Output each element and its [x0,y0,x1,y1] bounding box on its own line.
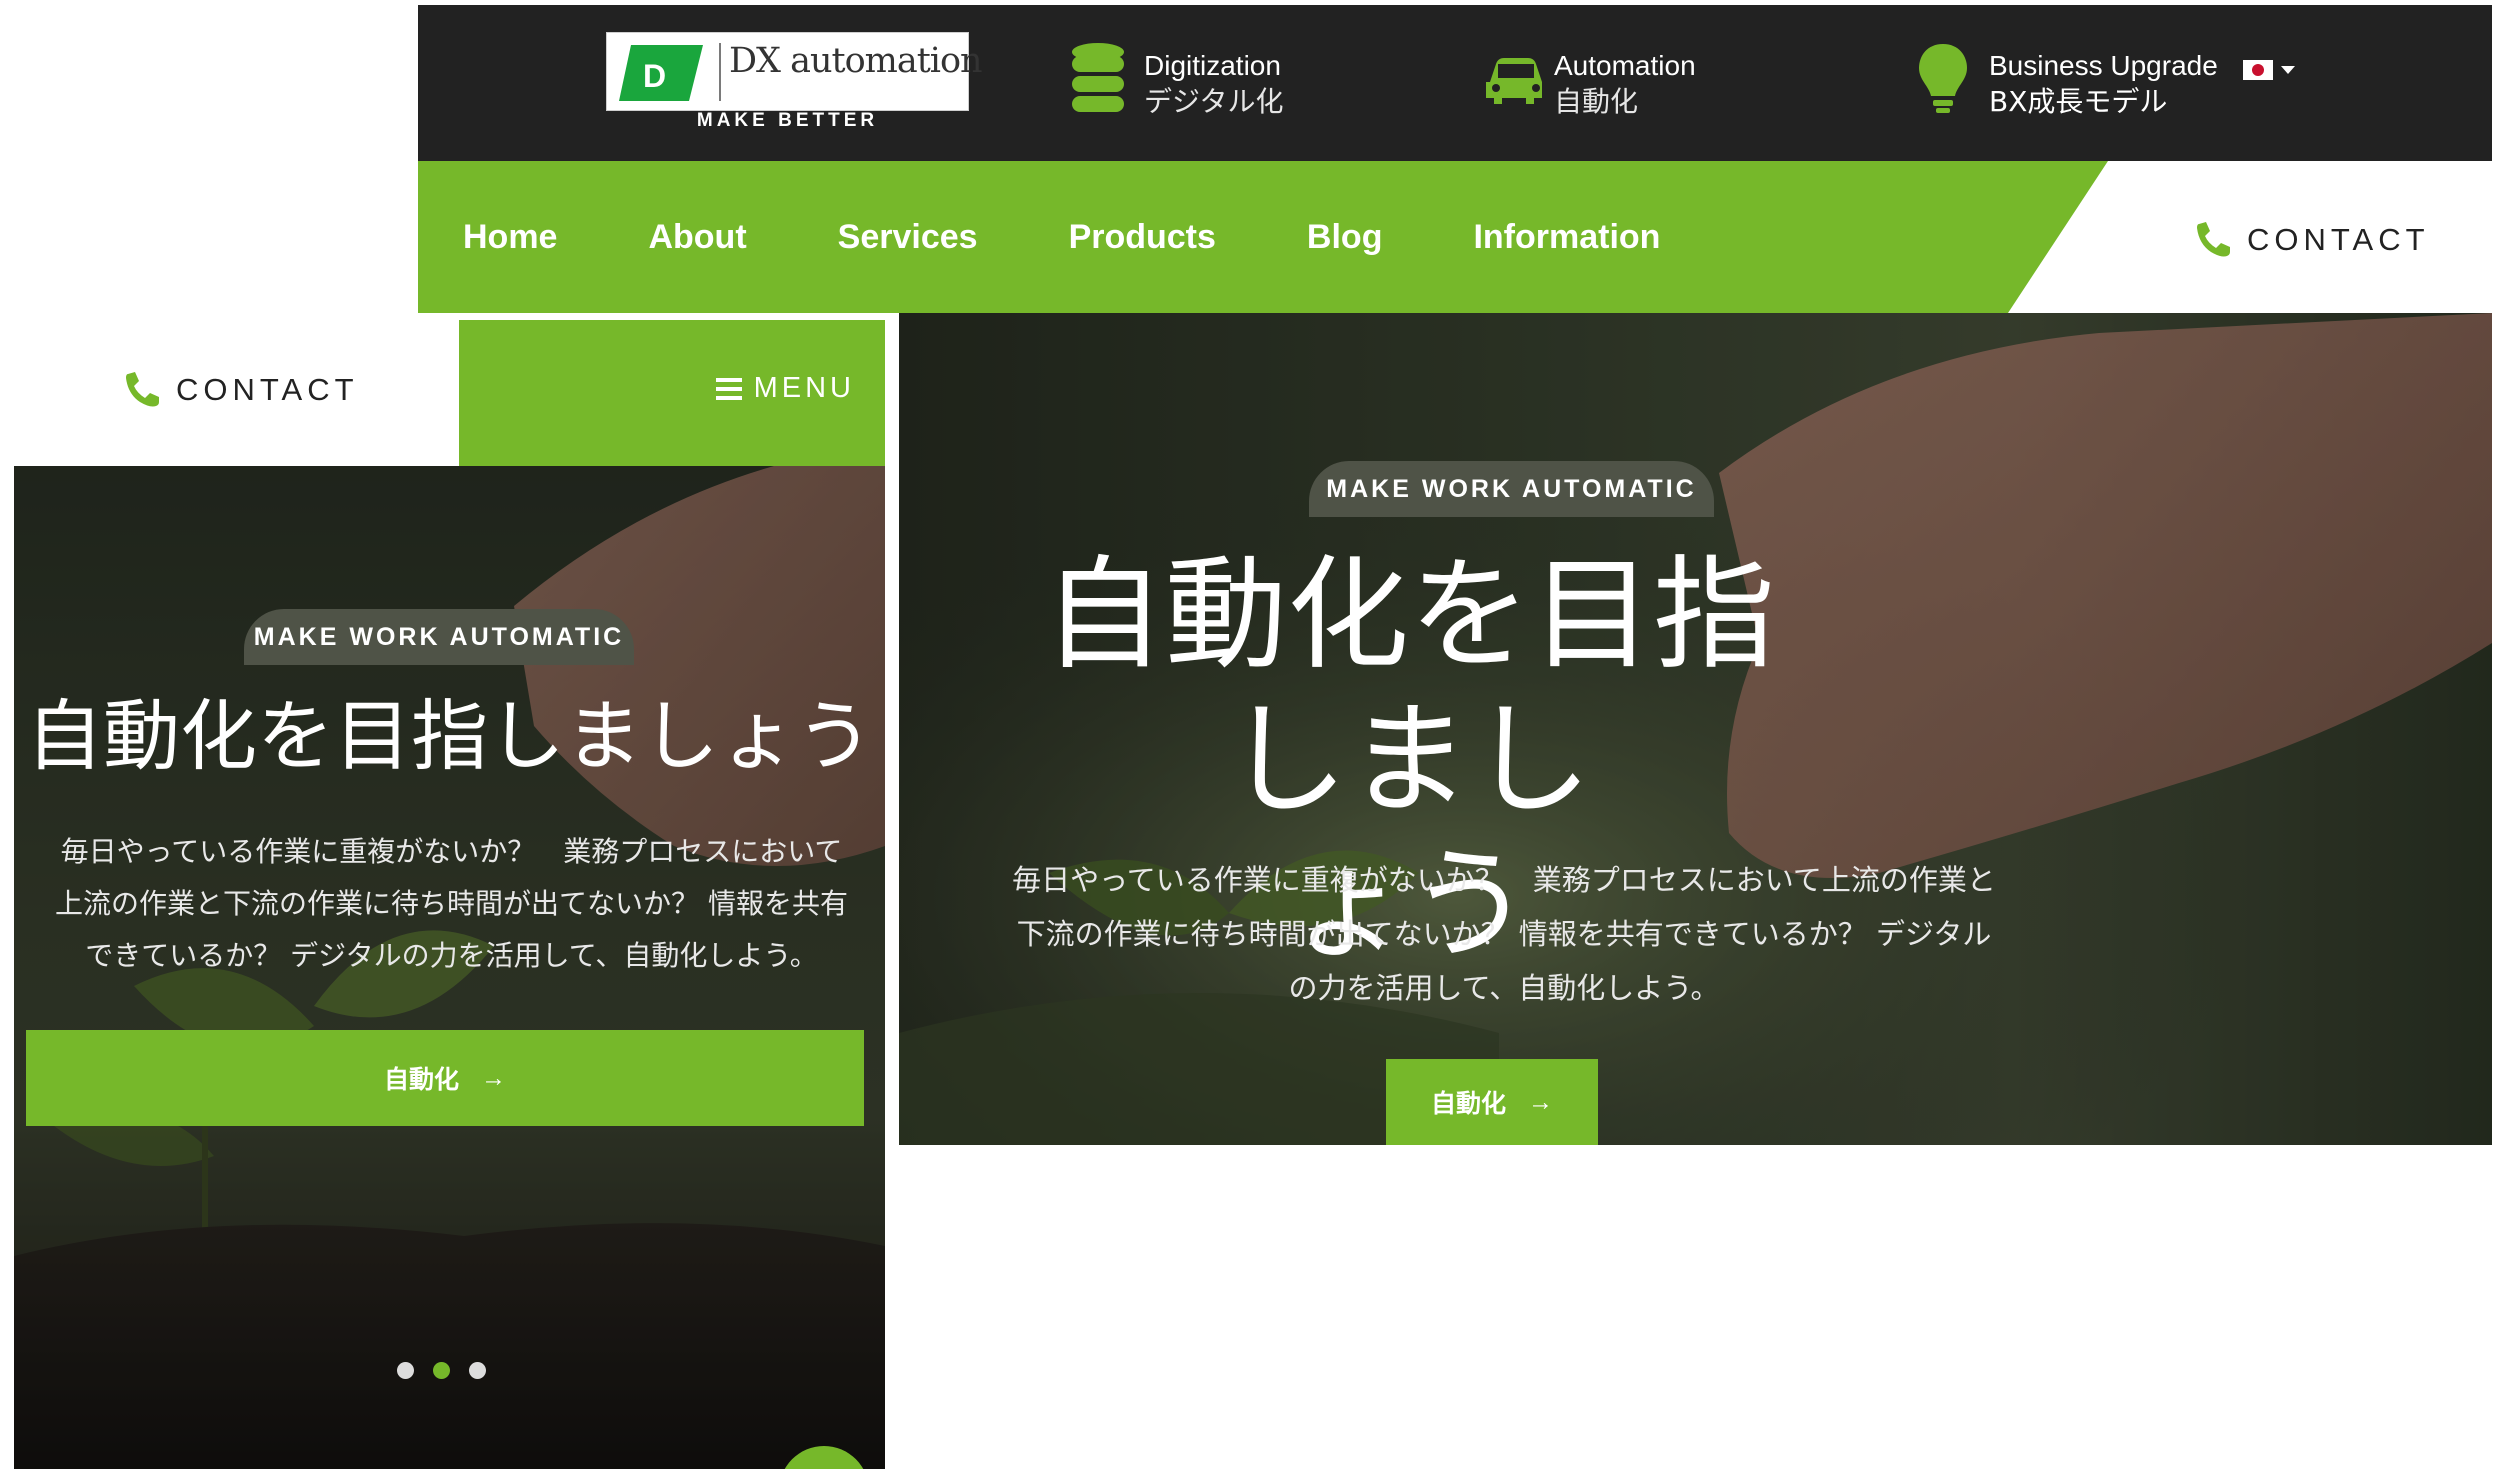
contact-label: CONTACT [2247,222,2430,257]
hero-description: 毎日やっている作業に重複がないか？ 業務プロセスにおいて 上流の作業と下流の作業… [55,835,848,972]
hero-badge: MAKE WORK AUTOMATIC [1309,461,1714,517]
hero-title: 自動化を目指しましょう [26,693,873,782]
logo-name: DX automation [729,41,983,81]
contact-button[interactable]: CONTACT [2193,215,2430,265]
info-title: Digitization [1144,50,1281,81]
top-info-bar: D DX automation MAKE BETTER Digitization… [418,5,2492,161]
info-title: Business Upgrade [1989,50,2218,81]
hamburger-icon [715,377,742,400]
site-logo[interactable]: D DX automation [606,32,983,111]
mobile-contact-label: CONTACT [176,372,359,407]
hero-cta-label: 自動化 [383,1066,459,1094]
info-title: Automation [1554,50,1696,81]
hero-cta-button[interactable]: 自動化 → [26,1030,864,1126]
logo-mark-icon: D [619,45,703,101]
slider-dot[interactable] [469,1362,486,1379]
phone-icon [2197,222,2230,257]
info-subtitle: デジタル化 [1144,85,1284,118]
chevron-down-icon [2281,66,2295,74]
slider-dots [397,1362,505,1379]
slider-dot[interactable] [397,1362,414,1379]
info-subtitle: BX成長モデル [1989,85,2168,118]
nav-home[interactable]: Home [463,218,557,257]
arrow-right-icon: → [1528,1087,1553,1116]
database-icon [1072,43,1124,112]
hero-description: 毎日やっている作業に重複がないか？ 業務プロセスにおいて上流の作業と 下流の作業… [1012,863,1996,1005]
nav-about[interactable]: About [648,218,746,257]
car-icon [1486,58,1542,104]
jp-flag-icon [2243,60,2295,80]
hero-cta-button[interactable]: 自動化 → [1386,1059,1598,1145]
mobile-contact-button[interactable]: CONTACT [122,370,359,410]
info-subtitle: 自動化 [1554,85,1639,118]
nav-information[interactable]: Information [1473,218,1660,257]
nav-blog[interactable]: Blog [1307,218,1383,257]
mobile-menu-button[interactable]: MENU [715,372,855,405]
slider-dot-active[interactable] [433,1362,450,1379]
nav-services[interactable]: Services [838,218,978,257]
mobile-menu-bar: MENU [459,320,885,466]
phone-icon [126,372,159,407]
lightbulb-icon [1919,44,1967,113]
mobile-contact-bar: CONTACT [0,320,459,466]
hero-slider-desktop: MAKE WORK AUTOMATIC 自動化を目指しまし ょう 毎日やっている… [899,313,2492,1145]
language-selector[interactable] [2243,57,2303,83]
arrow-right-icon: → [481,1063,506,1092]
hero-slider-mobile: MAKE WORK AUTOMATIC 自動化を目指しましょう 毎日やっている作… [14,466,885,1469]
nav-products[interactable]: Products [1069,218,1216,257]
hero-badge: MAKE WORK AUTOMATIC [244,609,634,665]
logo-divider [719,43,721,101]
logo-tagline: MAKE BETTER [696,110,879,131]
logo-letter: D [643,58,666,94]
hero-cta-label: 自動化 [1430,1090,1506,1118]
mobile-menu-label: MENU [753,372,855,404]
